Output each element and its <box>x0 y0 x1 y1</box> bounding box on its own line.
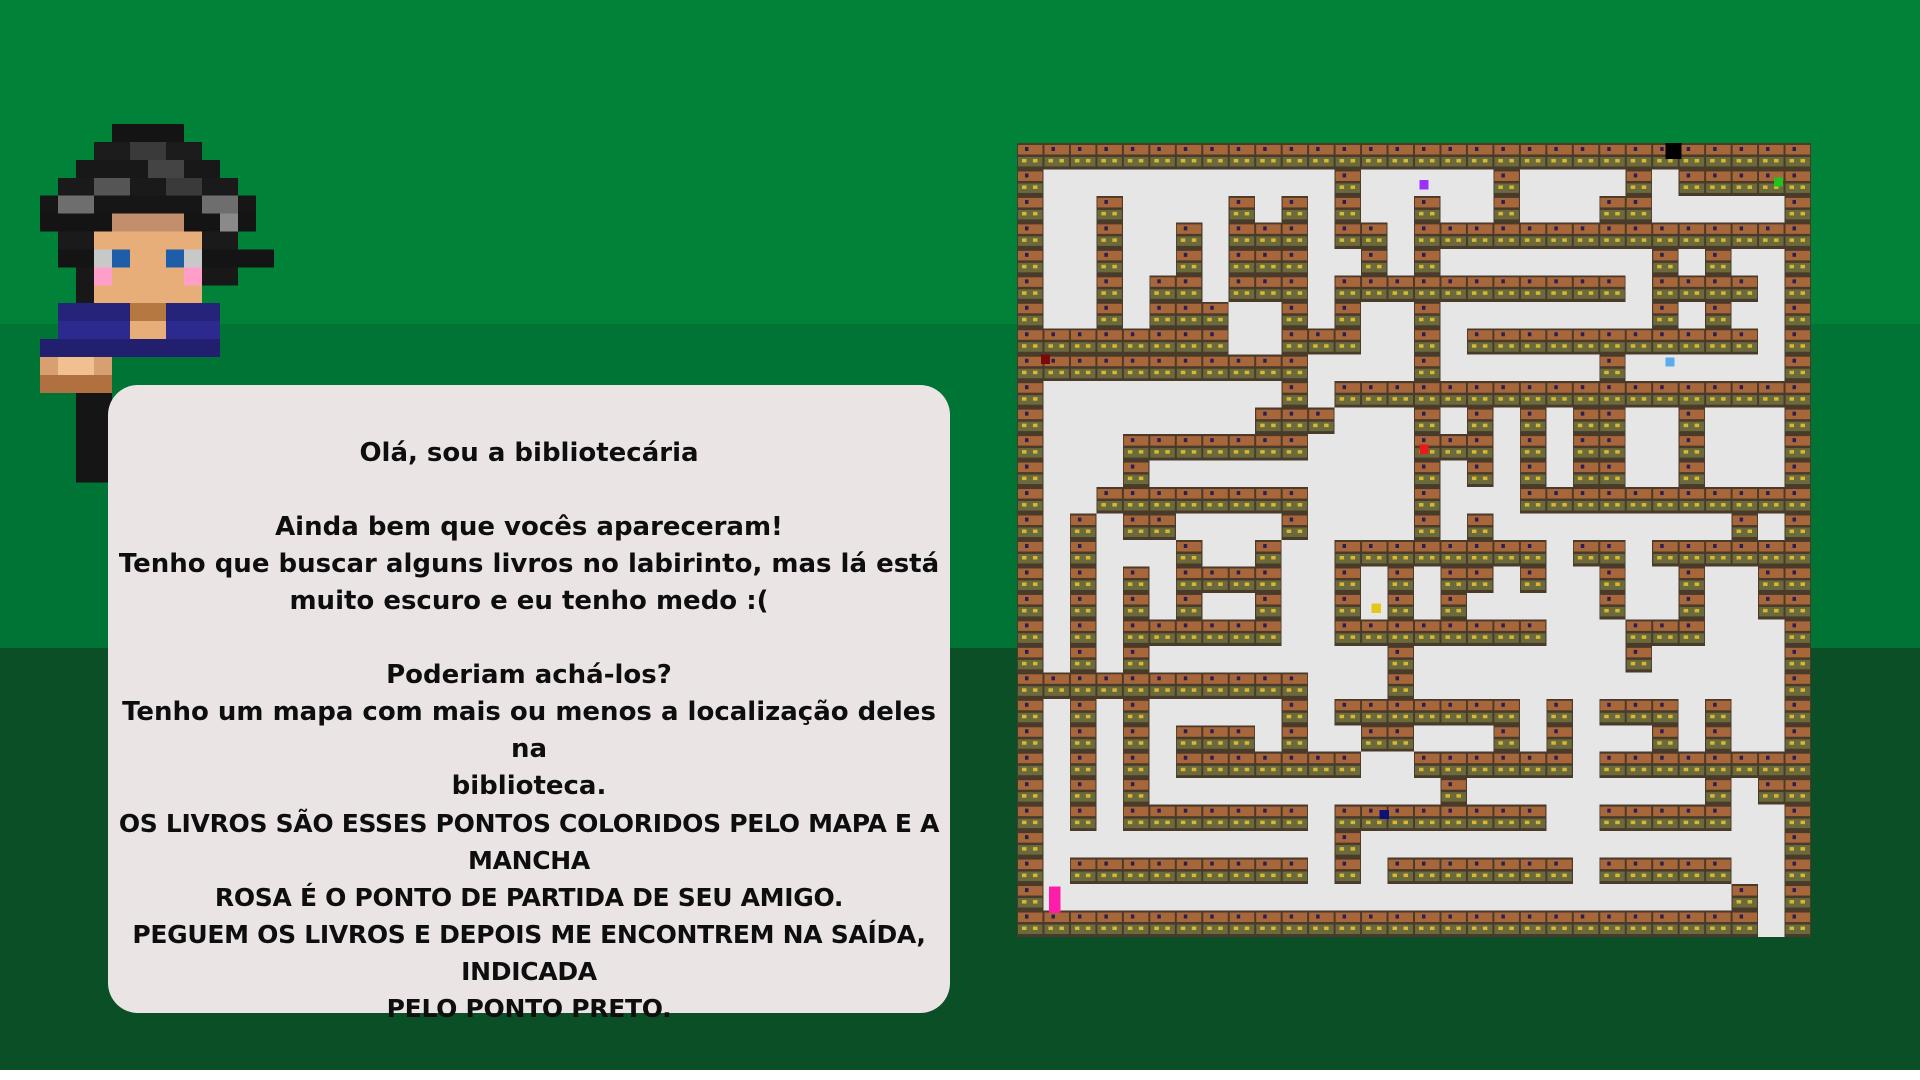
bookshelf-wall <box>1599 804 1732 832</box>
dialog-box: Olá, sou a bibliotecária Ainda bem que v… <box>108 385 950 1023</box>
bookshelf-wall <box>1652 275 1759 302</box>
bookshelf-wall <box>1758 751 1785 805</box>
bookshelf-wall <box>1387 857 1573 885</box>
bookshelf-wall <box>1175 725 1229 752</box>
bookshelf-wall <box>1175 751 1282 779</box>
maze-opening <box>1758 910 1785 937</box>
bookshelf-wall <box>1678 222 1785 249</box>
dialog-line-books-1: Tenho que buscar alguns livros no labiri… <box>118 549 940 579</box>
bookshelf-wall <box>1652 222 1679 329</box>
bookshelf-wall <box>1228 195 1256 302</box>
maze-grid <box>1017 143 1811 937</box>
bookshelf-wall <box>1255 540 1282 620</box>
bookshelf-wall <box>1334 381 1653 408</box>
bookshelf-wall <box>1493 540 1547 567</box>
bookshelf-wall <box>1466 619 1547 646</box>
bookshelf-wall <box>1281 751 1362 779</box>
exit-marker <box>1665 143 1682 159</box>
navy-book-marker <box>1379 809 1389 820</box>
bookshelf-wall <box>1599 857 1732 885</box>
bookshelf-wall <box>1387 275 1626 302</box>
bookshelf-wall <box>1599 751 1759 779</box>
bookshelf-wall <box>1705 328 1759 355</box>
bookshelf-wall <box>1652 381 1785 408</box>
library-maze-map <box>1017 143 1811 937</box>
bookshelf-wall <box>1466 513 1494 593</box>
dialog-line-map-2: biblioteca. <box>451 771 607 801</box>
bookshelf-wall <box>1705 487 1785 514</box>
bookshelf-wall <box>1731 884 1759 911</box>
bookshelf-wall <box>1255 407 1335 435</box>
bookshelf-wall <box>1281 195 1309 408</box>
bookshelf-wall <box>1625 169 1653 249</box>
red-book-marker <box>1419 444 1429 454</box>
bookshelf-wall <box>1122 513 1176 540</box>
dialog-line-caps-2: ROSA É O PONTO DE PARTIDA DE SEU AMIGO. <box>214 883 844 912</box>
green-book-marker <box>1773 177 1784 187</box>
bookshelf-wall <box>1625 619 1653 673</box>
bookshelf-wall <box>1096 487 1309 514</box>
dialog-line-caps-1: OS LIVROS SÃO ESSES PONTOS COLORIDOS PEL… <box>118 809 940 875</box>
blue-book-marker <box>1665 357 1675 367</box>
dialog-line-map-1: Tenho um mapa com mais ou menos a locali… <box>122 697 936 764</box>
dialog-line-question: Poderiam achá-los? <box>386 660 672 690</box>
bookshelf-wall <box>1440 434 1467 461</box>
darkred-book-marker <box>1040 354 1051 364</box>
start-marker <box>1048 886 1061 914</box>
bookshelf-wall <box>1599 354 1626 488</box>
bookshelf-wall <box>1466 328 1706 355</box>
bottom-edge <box>0 1070 1920 1080</box>
bookshelf-wall <box>1414 751 1547 779</box>
bookshelf-wall <box>1122 619 1282 646</box>
bookshelf-wall <box>1334 619 1441 646</box>
yellow-book-marker <box>1371 603 1381 613</box>
bookshelf-wall <box>1069 857 1309 885</box>
bookshelf-wall <box>1334 698 1494 726</box>
bookshelf-wall <box>1652 619 1706 646</box>
bookshelf-wall <box>1493 169 1520 223</box>
dialog-line-caps-4: PELO PONTO PRETO. <box>386 994 672 1023</box>
dialog-spacer <box>118 620 940 657</box>
bookshelf-wall <box>1122 804 1309 832</box>
bookshelf-wall <box>1043 672 1309 699</box>
bookshelf-wall <box>1334 143 1362 249</box>
bookshelf-wall <box>1175 566 1256 593</box>
bookshelf-wall <box>1758 540 1785 620</box>
bookshelf-wall <box>1361 222 1388 302</box>
bookshelf-wall <box>1017 910 1811 937</box>
dialog-greeting: Olá, sou a bibliotecária <box>359 438 699 468</box>
dialog-line-books-2: muito escuro e eu tenho medo :( <box>289 586 769 616</box>
bookshelf-wall <box>1678 169 1785 196</box>
bookshelf-wall <box>1572 540 1626 567</box>
bookshelf-wall <box>1414 195 1441 540</box>
bookshelf-wall <box>1017 143 1044 937</box>
bookshelf-wall <box>1599 195 1626 249</box>
dialog-spacer <box>118 472 940 509</box>
bookshelf-wall <box>1122 434 1309 461</box>
bookshelf-wall <box>1334 540 1467 567</box>
bookshelf-wall <box>1043 328 1203 355</box>
bookshelf-wall <box>1599 698 1679 726</box>
bookshelf-wall <box>1652 540 1732 567</box>
bookshelf-wall <box>1334 275 1362 355</box>
bookshelf-wall <box>1546 698 1573 779</box>
bookshelf-wall <box>1255 222 1282 302</box>
bookshelf-wall <box>1017 143 1811 170</box>
bookshelf-wall <box>1466 407 1494 488</box>
bookshelf-wall <box>1281 698 1309 752</box>
dialog-line-caps-3: PEGUEM OS LIVROS E DEPOIS ME ENCONTREM N… <box>132 920 926 986</box>
bookshelf-wall <box>1043 354 1282 382</box>
purple-book-marker <box>1419 180 1429 190</box>
bookshelf-wall <box>1784 143 1811 937</box>
bookshelf-wall <box>1228 725 1256 752</box>
dialog-line-thanks: Ainda bem que vocês apareceram! <box>275 512 783 542</box>
bookshelf-wall <box>1546 487 1679 514</box>
bookshelf-wall <box>1308 328 1335 355</box>
bookshelf-wall <box>1122 698 1150 805</box>
bookshelf-wall <box>1096 275 1123 302</box>
